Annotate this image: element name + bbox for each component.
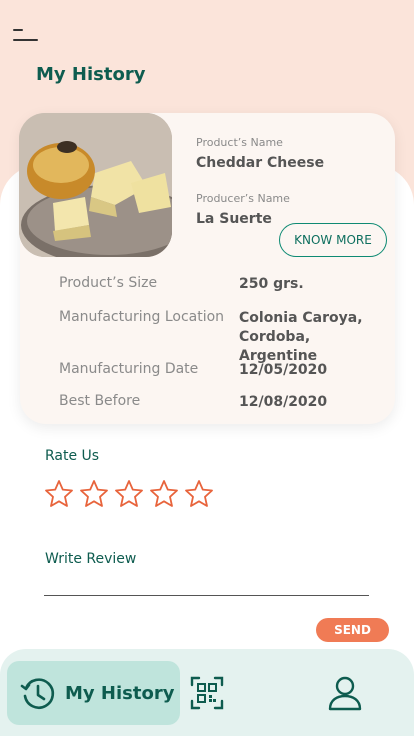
detail-label: Best Before (59, 393, 141, 409)
product-name: Cheddar Cheese (196, 155, 325, 171)
write-review-label: Write Review (45, 551, 137, 567)
user-profile-icon[interactable] (327, 675, 363, 711)
star-icon[interactable] (44, 479, 74, 509)
detail-label: Manufacturing Location (59, 309, 225, 325)
detail-label: Product’s Size (59, 275, 158, 291)
qr-code-icon[interactable] (190, 676, 224, 710)
star-icon[interactable] (149, 479, 179, 509)
producer-name: La Suerte (196, 211, 272, 227)
detail-value: 12/05/2020 (239, 362, 328, 378)
send-button[interactable]: SEND (316, 618, 389, 642)
product-name-label: Product’s Name (196, 136, 283, 149)
page-title: My History (36, 64, 146, 85)
product-image (19, 113, 172, 257)
nav-item-label: My History (65, 683, 175, 704)
producer-name-label: Producer’s Name (196, 192, 290, 205)
detail-label: Manufacturing Date (59, 361, 199, 377)
detail-value: 12/08/2020 (239, 394, 328, 410)
detail-value: Colonia Caroya, Cordoba, Argentine (239, 310, 363, 364)
review-input[interactable] (44, 570, 369, 594)
review-underline (44, 595, 369, 596)
hamburger-menu-icon[interactable] (13, 29, 39, 43)
star-icon[interactable] (114, 479, 144, 509)
rate-us-label: Rate Us (45, 448, 100, 464)
star-icon[interactable] (184, 479, 214, 509)
star-icon[interactable] (79, 479, 109, 509)
history-clock-icon (20, 678, 55, 709)
detail-value: 250 grs. (239, 276, 304, 292)
know-more-button[interactable]: KNOW MORE (279, 223, 387, 257)
star-rating (44, 479, 214, 511)
